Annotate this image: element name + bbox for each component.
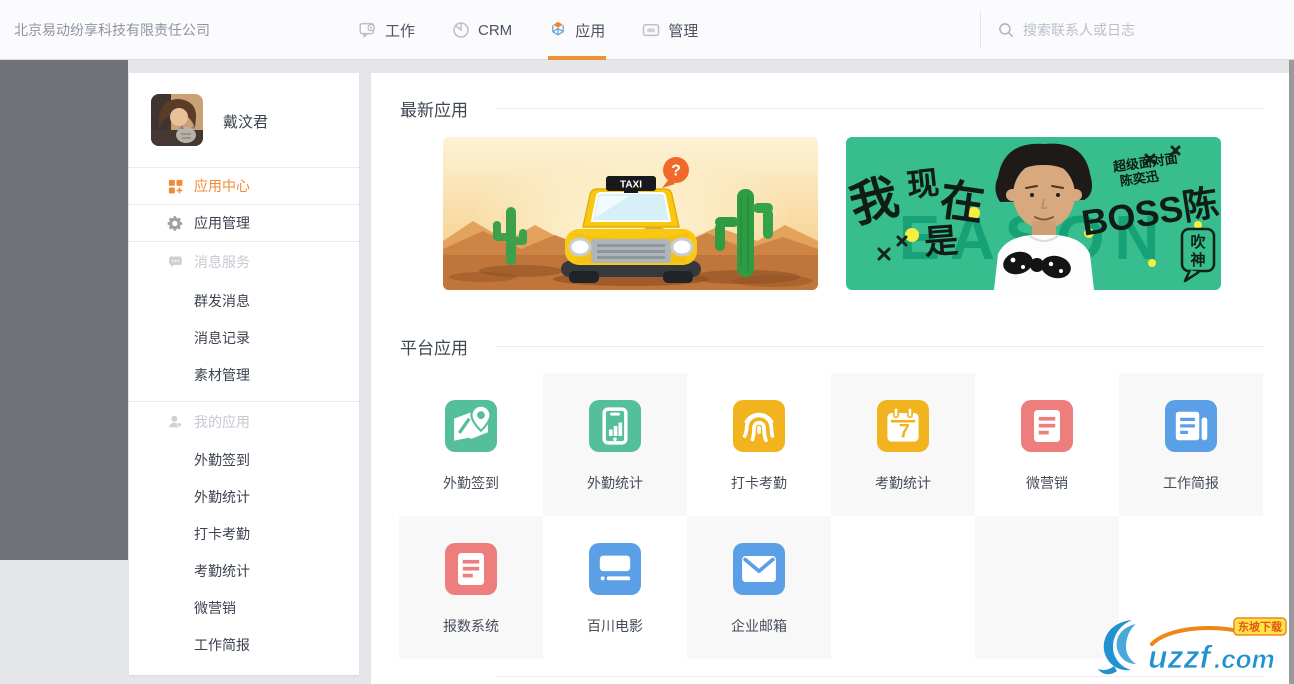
svg-text:东坡下载: 东坡下载: [1238, 620, 1282, 634]
svg-text:神: 神: [1190, 251, 1205, 269]
nav-label: 应用: [575, 22, 606, 40]
calendar-7-icon: 7: [877, 400, 929, 452]
watermark-badge: 东坡下载: [1233, 617, 1287, 636]
banner-eason[interactable]: EASON: [846, 137, 1221, 290]
taxi-question-text: ?: [671, 163, 681, 180]
app-label: 打卡考勤: [731, 475, 787, 491]
sidebar-item-attendance-stats[interactable]: 考勤统计: [129, 552, 359, 589]
app-cell-mail[interactable]: 企业邮箱: [687, 516, 831, 659]
app-cell-report-system[interactable]: 报数系统: [399, 516, 543, 659]
section-divider: [495, 107, 1265, 109]
fingerprint-icon: [733, 400, 785, 452]
taxi-sign-text: TAXI: [620, 180, 642, 191]
sidebar-item-material-manage[interactable]: 素材管理: [129, 356, 359, 393]
nav-tab-work[interactable]: 工作: [358, 0, 415, 60]
admin-card-icon: [642, 24, 660, 37]
doc-lines-icon: [445, 543, 497, 595]
sidebar-group-message-service: 消息服务: [129, 242, 359, 282]
svg-text:吹: 吹: [1190, 233, 1206, 251]
section-latest-apps: 最新应用: [400, 98, 1265, 120]
doc-lines-icon: [1021, 400, 1073, 452]
nav-tab-crm[interactable]: CRM: [451, 0, 512, 60]
nav-tab-apps[interactable]: 应用: [547, 0, 606, 60]
chat-bubble-icon: [359, 22, 376, 38]
section-divider: [495, 345, 1265, 347]
nav-tab-admin[interactable]: 管理: [641, 0, 698, 60]
main-content: 最新应用 TAXI ? 我 现 在 是 超级面对面 陈奕迅 BOSS陈 吹 神 …: [371, 73, 1289, 684]
nav-label: 管理: [668, 22, 699, 40]
user-profile: 戴汶君: [129, 73, 359, 168]
mail-icon: [733, 543, 785, 595]
main-nav: 工作 CRM 应用 管理: [358, 0, 734, 60]
map-pin-icon: [445, 400, 497, 452]
sidebar-item-field-stats[interactable]: 外勤统计: [129, 478, 359, 515]
search-input[interactable]: [1023, 22, 1253, 38]
section-title: 平台应用: [400, 338, 468, 358]
cube-icon: [552, 21, 565, 36]
app-cell-field-stats[interactable]: 外勤统计: [543, 373, 687, 516]
empty-cell: [831, 516, 975, 659]
banner-row: TAXI ? EASON: [443, 137, 1221, 290]
sidebar-item-clock-attendance[interactable]: 打卡考勤: [129, 515, 359, 552]
gear-icon: [167, 215, 183, 231]
company-name[interactable]: 北京易动纷享科技有限责任公司: [14, 0, 210, 60]
app-cell-clock-attendance[interactable]: 打卡考勤: [687, 373, 831, 516]
sidebar-item-app-center[interactable]: 应用中心: [129, 168, 359, 205]
svg-text:现: 现: [905, 164, 941, 203]
chat-dots-icon: [169, 255, 182, 267]
top-bar: 北京易动纷享科技有限责任公司 工作 CRM 应用 管理 搜索联系人或日志: [0, 0, 1294, 60]
app-cell-work-briefing[interactable]: 工作简报: [1119, 373, 1263, 516]
phone-chart-icon: [589, 400, 641, 452]
sidebar-item-label: 应用管理: [194, 215, 250, 231]
sidebar-item-micro-marketing[interactable]: 微营销: [129, 589, 359, 626]
section-title: 最新应用: [400, 100, 468, 120]
sidebar-group-label: 消息服务: [194, 254, 250, 270]
sidebar-item-app-manage[interactable]: 应用管理: [129, 205, 359, 242]
svg-text:是: 是: [923, 222, 960, 262]
nav-label: 工作: [385, 22, 416, 40]
app-label: 微营销: [1026, 475, 1068, 491]
sidebar-item-message-log[interactable]: 消息记录: [129, 319, 359, 356]
svg-text:7: 7: [899, 421, 910, 443]
banner-taxi[interactable]: TAXI ?: [443, 137, 818, 290]
app-label: 外勤签到: [443, 475, 499, 491]
app-cell-movie[interactable]: 百川电影: [543, 516, 687, 659]
app-label: 报数系统: [443, 618, 499, 634]
watermark-site-text: uzzf: [1148, 639, 1214, 675]
app-cell-attendance-stats[interactable]: 7 考勤统计: [831, 373, 975, 516]
watermark-swirl-logo: [1098, 620, 1136, 675]
app-label: 外勤统计: [587, 475, 643, 491]
movie-card-icon: [589, 543, 641, 595]
left-dark-panel: [0, 60, 128, 560]
person-icon: [169, 415, 182, 428]
app-label: 考勤统计: [875, 475, 931, 491]
sidebar-group-label: 我的应用: [194, 413, 250, 430]
app-cell-field-checkin[interactable]: 外勤签到: [399, 373, 543, 516]
active-tab-underline: [547, 56, 606, 60]
search-box: [980, 12, 1280, 48]
search-icon: [999, 23, 1013, 37]
nav-label: CRM: [478, 21, 513, 39]
app-grid-icon: [168, 179, 183, 193]
section-platform-apps: 平台应用: [400, 336, 1265, 358]
app-cell-micro-marketing[interactable]: 微营销: [975, 373, 1119, 516]
sidebar-item-bulk-message[interactable]: 群发消息: [129, 282, 359, 319]
svg-text:在: 在: [937, 175, 987, 230]
vertical-scrollbar[interactable]: [1289, 60, 1294, 684]
sidebar-item-field-checkin[interactable]: 外勤签到: [129, 441, 359, 478]
pie-chart-icon: [453, 22, 469, 38]
sidebar: 戴汶君 应用中心 应用管理 消息服务 群发消息 消息记录 素材管理 我的应用 外…: [129, 73, 359, 675]
sidebar-item-label: 应用中心: [194, 178, 250, 194]
sidebar-item-work-briefing[interactable]: 工作简报: [129, 626, 359, 663]
briefing-icon: [1165, 400, 1217, 452]
app-label: 企业邮箱: [731, 618, 787, 634]
app-label: 百川电影: [587, 618, 643, 634]
app-label: 工作简报: [1163, 475, 1219, 491]
site-watermark: uzzf .com 东坡下载: [1092, 616, 1288, 682]
sidebar-group-my-apps: 我的应用: [129, 401, 359, 441]
avatar[interactable]: [151, 94, 203, 146]
user-name: 戴汶君: [223, 114, 269, 131]
watermark-tld-text: .com: [1214, 644, 1275, 674]
